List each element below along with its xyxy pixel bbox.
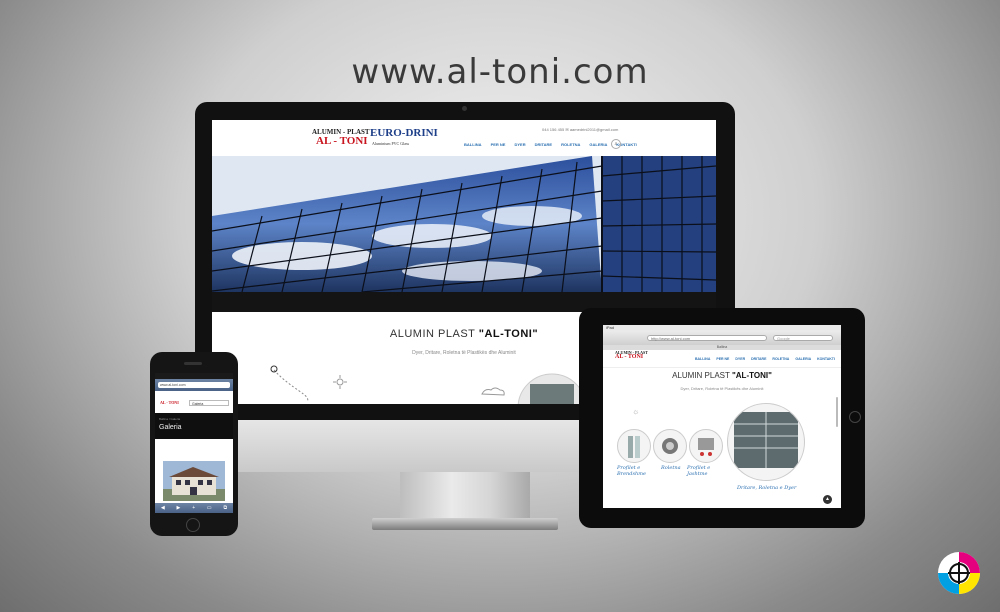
phone-site-header: AL - TONI Galeria [155,391,233,413]
tablet-logo-al-toni[interactable]: AL - TONI [615,354,643,360]
phone-browser-toolbar: ◀ ▶ + ▭ ⧉ [155,503,233,513]
caption-outer-profiles: Profilet e Jashtme [687,465,711,477]
product-circle-roletna[interactable] [653,429,687,463]
phone-address-bar[interactable]: www.al-toni.com [158,382,230,388]
site-url-headline: www.al-toni.com [351,52,649,92]
tablet-status-bar: iPad [603,325,841,332]
tablet-address-bar[interactable]: http://www.al-toni.com [647,335,767,341]
tablet-title-name: "AL-TONI" [731,371,772,380]
nav-roletna[interactable]: ROLETNA [561,142,580,147]
tablet-nav-ballina[interactable]: BALLINA [695,357,710,361]
tablet-home-button[interactable] [849,411,861,423]
tabs-icon[interactable]: ⧉ [223,505,227,511]
phone-breadcrumb[interactable]: Ballina / Galeria [159,417,180,421]
site-header: ALUMIN - PLAST AL - TONI EURO-DRINI Alum… [212,120,716,157]
tablet-site-header: ALUMIN - PLAST AL - TONI BALLINA PER NE … [603,350,841,368]
tablet-nav-dyer[interactable]: DYER [735,357,745,361]
product-circle-outer-profiles[interactable] [689,429,723,463]
phone-nav-select[interactable]: Galeria [189,400,229,406]
nav-ballina[interactable]: BALLINA [464,142,482,147]
nav-per-ne[interactable]: PER NE [491,142,506,147]
phone-speaker [184,362,202,365]
bookmarks-icon[interactable]: ▭ [207,505,212,511]
tablet-company-title: ALUMIN PLAST "AL-TONI" [603,371,841,380]
tablet-nav-galeria[interactable]: GALERIA [795,357,811,361]
tablet-nav-dritare[interactable]: DRITARE [751,357,766,361]
nav-dritare[interactable]: DRITARE [535,142,552,147]
desktop-monitor-stand [400,472,530,522]
phone-home-button[interactable] [186,518,200,532]
back-to-top-button[interactable]: ▲ [823,495,832,504]
contact-info: 044 156 455 ✉ aamedrini2011@gmail.com [542,127,619,132]
phone-screen: www.al-toni.com AL - TONI Galeria Ballin… [155,373,233,513]
caption-windows-doors: Dritare, Roletna e Dyer [737,485,797,491]
tablet-title-prefix: ALUMIN PLAST [672,371,732,380]
logo-al-toni[interactable]: AL - TONI [316,135,368,147]
logo-euro-drini-tagline: Aluminium PVC Glass [372,141,410,146]
tablet-nav-roletna[interactable]: ROLETNA [772,357,789,361]
camera-dot [462,106,467,111]
tablet-status-label: iPad [606,325,615,330]
back-icon[interactable]: ◀ [161,505,165,511]
logo-euro-drini: EURO-DRINI [370,127,438,139]
forward-icon[interactable]: ▶ [177,505,181,511]
phone-page-title: Galeria [159,424,182,431]
company-title-name: "AL-TONI" [478,328,539,340]
product-circle-windows[interactable] [727,403,805,481]
search-icon[interactable]: ⌕ [611,139,621,149]
tablet-subtitle: Dyer, Dritare, Roletna të Plastikës dhe … [680,386,764,391]
tablet-nav-per-ne[interactable]: PER NE [716,357,729,361]
nav-dyer[interactable]: DYER [514,142,525,147]
tablet-screen: iPad http://www.al-toni.com Google Balli… [603,325,841,508]
add-bookmark-icon[interactable]: + [192,505,195,511]
tablet-search-field[interactable]: Google [773,335,833,341]
hero-image-glass-building [212,156,716,292]
map-pin-icon [270,365,278,373]
sun-icon: ☼ [632,407,640,416]
company-title-prefix: ALUMIN PLAST [389,328,479,340]
product-circle-inner-profiles[interactable] [617,429,651,463]
tablet-nav-kontakti[interactable]: KONTAKTI [817,357,835,361]
cmyk-brand-logo-icon [938,552,980,594]
desktop-monitor-base [372,518,558,530]
nav-galeria[interactable]: GALERIA [589,142,607,147]
caption-roletna: Roletna [661,465,681,471]
phone-logo[interactable]: AL - TONI [160,400,179,405]
cloud-icon [481,387,505,396]
tablet-navigation: BALLINA PER NE DYER DRITARE ROLETNA GALE… [695,357,835,361]
gallery-photo-house[interactable] [163,461,225,501]
caption-inner-profiles: Profilet e Brendshme [617,465,646,477]
sun-icon [333,375,347,389]
tablet-scrollbar[interactable] [836,397,838,427]
